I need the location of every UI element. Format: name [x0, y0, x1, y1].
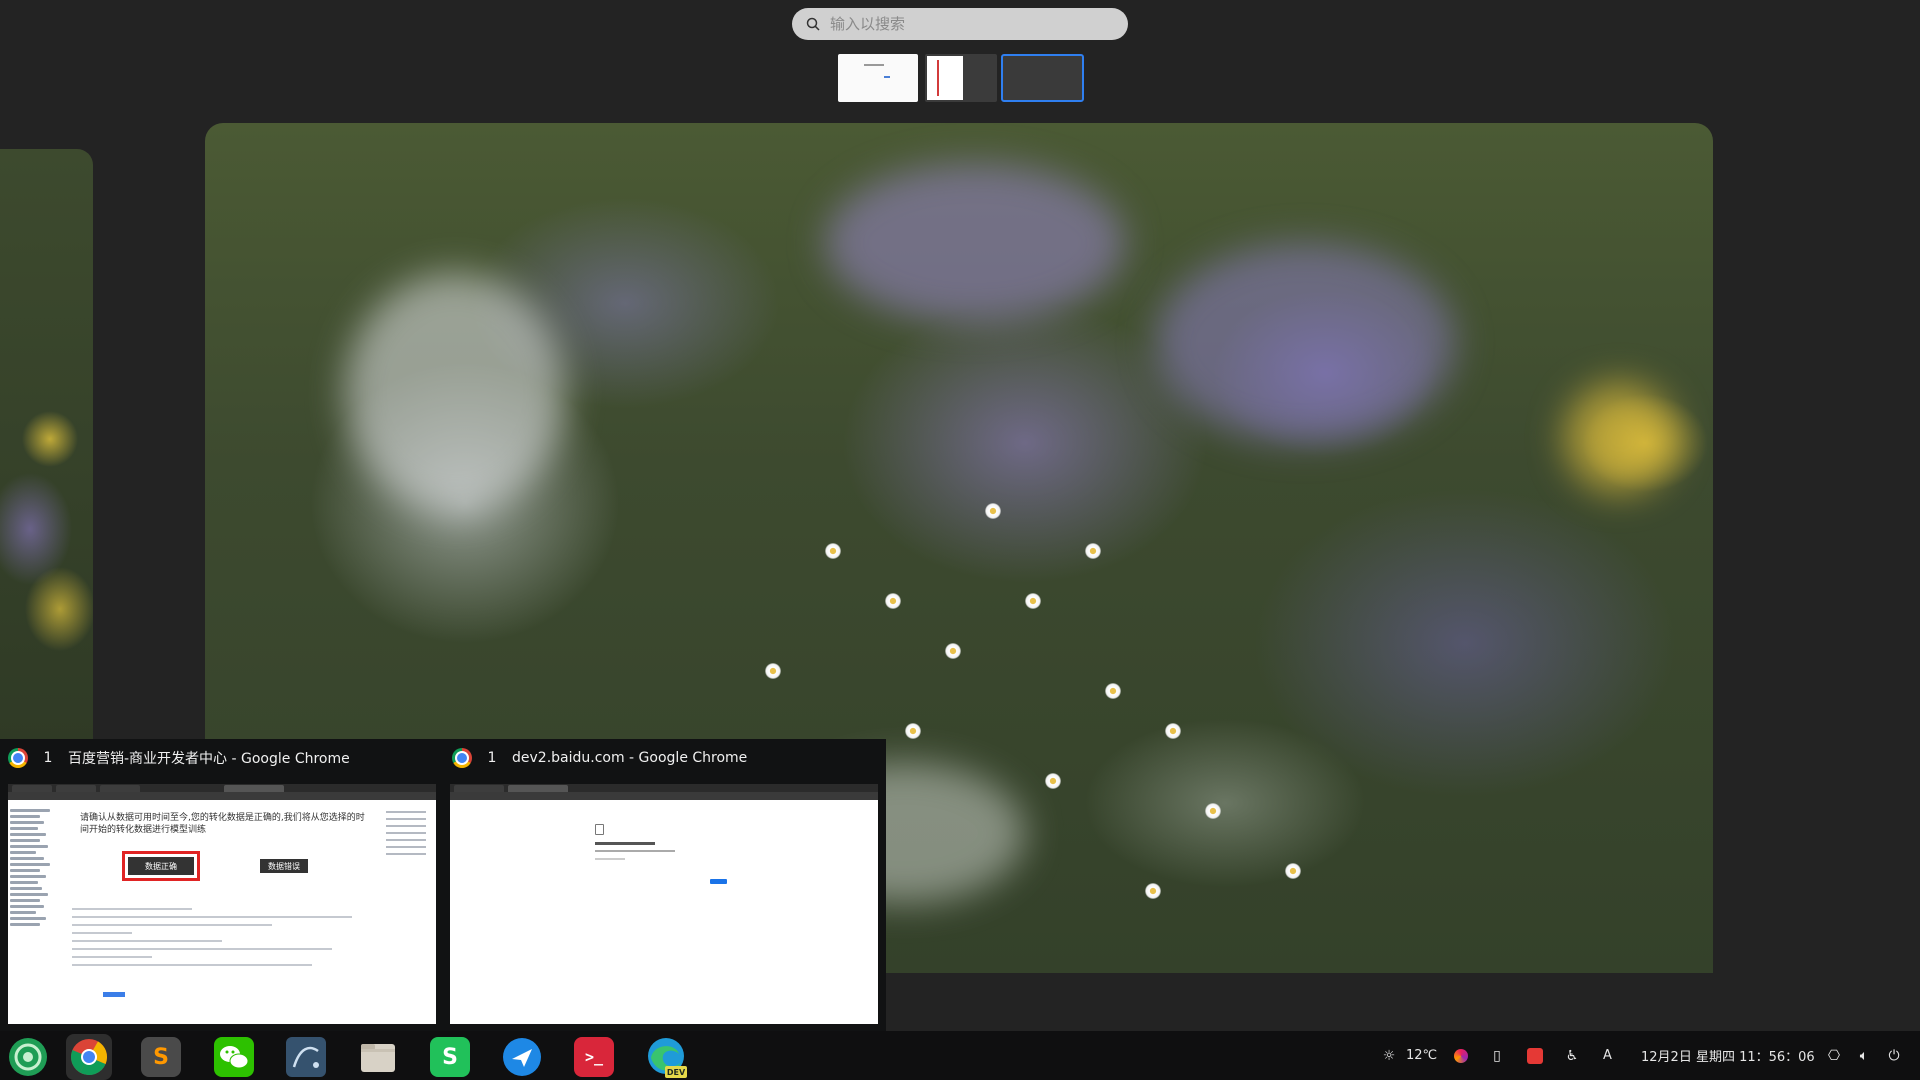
- network-icon[interactable]: ⎔: [1825, 1047, 1843, 1065]
- taskbar-wechat[interactable]: [211, 1034, 257, 1080]
- search-icon: [806, 17, 820, 31]
- datetime: 12月2日 星期四 11：56：06: [1641, 1050, 1815, 1065]
- input-method-indicator: A: [1603, 1048, 1612, 1063]
- taskbar-mysql-workbench[interactable]: [283, 1034, 329, 1080]
- tray-color-app[interactable]: [1452, 1031, 1470, 1080]
- launcher-icon: [9, 1038, 47, 1076]
- files-icon: [361, 1044, 395, 1072]
- taskbar-chrome[interactable]: [66, 1034, 112, 1080]
- screen-record-icon: [1526, 1047, 1544, 1065]
- temperature: 12℃: [1406, 1048, 1438, 1063]
- tray-weather[interactable]: ☼ 12℃: [1380, 1031, 1437, 1080]
- power-icon[interactable]: ⏻: [1885, 1047, 1903, 1065]
- chrome-icon: [70, 1039, 108, 1076]
- phone-icon: ▯: [1493, 1047, 1501, 1064]
- terminal-icon: >_: [574, 1037, 614, 1077]
- search-bar[interactable]: [792, 8, 1128, 40]
- page-error-icon: [595, 824, 604, 835]
- tray-system: ⎔ 🔈︎ ⏻: [1825, 1031, 1903, 1080]
- taskbar-wps[interactable]: S: [427, 1034, 473, 1080]
- tray-phone[interactable]: ▯: [1488, 1031, 1506, 1080]
- tray-clock[interactable]: 12月2日 星期四 11：56：06: [1641, 1031, 1815, 1080]
- workspace-thumbnail-1[interactable]: [838, 54, 918, 102]
- sublime-icon: S: [141, 1037, 181, 1077]
- taskbar-feishu[interactable]: [499, 1034, 545, 1080]
- taskbar: S S >_ DEV ☼ 12℃ ▯ ♿ A 12月2日 星期四 11：56：0…: [0, 1031, 1920, 1080]
- wechat-icon: [214, 1037, 254, 1077]
- feishu-icon: [503, 1038, 541, 1076]
- tray-accessibility[interactable]: ♿: [1563, 1031, 1581, 1080]
- tray-record[interactable]: [1526, 1031, 1544, 1080]
- mysql-workbench-icon: [286, 1037, 326, 1077]
- taskbar-sublime-text[interactable]: S: [138, 1034, 184, 1080]
- data-correct-button: 数据正确: [122, 851, 200, 881]
- color-picker-icon: [1452, 1047, 1470, 1065]
- window-title-bar: 1 百度营销-商业开发者中心 - Google Chrome: [8, 747, 350, 769]
- window-title: dev2.baidu.com - Google Chrome: [512, 750, 748, 766]
- launcher-button[interactable]: [5, 1034, 51, 1080]
- window-preview[interactable]: [450, 784, 878, 1024]
- window-item[interactable]: 1 百度营销-商业开发者中心 - Google Chrome 请确认从数据可用时…: [0, 739, 444, 1031]
- window-switcher: 1 百度营销-商业开发者中心 - Google Chrome 请确认从数据可用时…: [0, 739, 886, 1031]
- accessibility-icon: ♿: [1565, 1047, 1579, 1064]
- chrome-icon: [452, 748, 472, 768]
- taskbar-files[interactable]: [355, 1034, 401, 1080]
- adjacent-workspace-preview[interactable]: [0, 149, 93, 749]
- weather-icon: ☼: [1382, 1047, 1396, 1064]
- chrome-icon: [8, 748, 28, 768]
- workspace-thumbnail-2[interactable]: [925, 54, 997, 102]
- taskbar-terminal[interactable]: >_: [571, 1034, 617, 1080]
- volume-icon[interactable]: 🔈︎: [1855, 1047, 1873, 1065]
- window-count: 1: [43, 750, 53, 766]
- taskbar-edge-dev[interactable]: DEV: [643, 1034, 689, 1080]
- search-input[interactable]: [830, 15, 1100, 33]
- window-title-bar: 1 dev2.baidu.com - Google Chrome: [452, 747, 747, 769]
- window-preview[interactable]: 请确认从数据可用时间至今,您的转化数据是正确的,我们将从您选择的时间开始的转化数…: [8, 784, 436, 1024]
- svg-text:DEV: DEV: [667, 1068, 686, 1077]
- tray-input-method[interactable]: A: [1603, 1031, 1612, 1080]
- data-error-button: 数据错误: [260, 859, 308, 873]
- window-item[interactable]: 1 dev2.baidu.com - Google Chrome: [444, 739, 886, 1031]
- window-title: 百度营销-商业开发者中心 - Google Chrome: [68, 751, 350, 767]
- desktop-overview: 1 百度营销-商业开发者中心 - Google Chrome 请确认从数据可用时…: [0, 0, 1920, 1080]
- dialog-message: 请确认从数据可用时间至今,您的转化数据是正确的,我们将从您选择的时间开始的转化数…: [80, 813, 365, 835]
- edge-dev-icon: DEV: [648, 1038, 687, 1078]
- window-count: 1: [487, 750, 497, 766]
- wps-icon: S: [430, 1037, 470, 1077]
- workspace-thumbnail-3-active[interactable]: [1001, 54, 1084, 102]
